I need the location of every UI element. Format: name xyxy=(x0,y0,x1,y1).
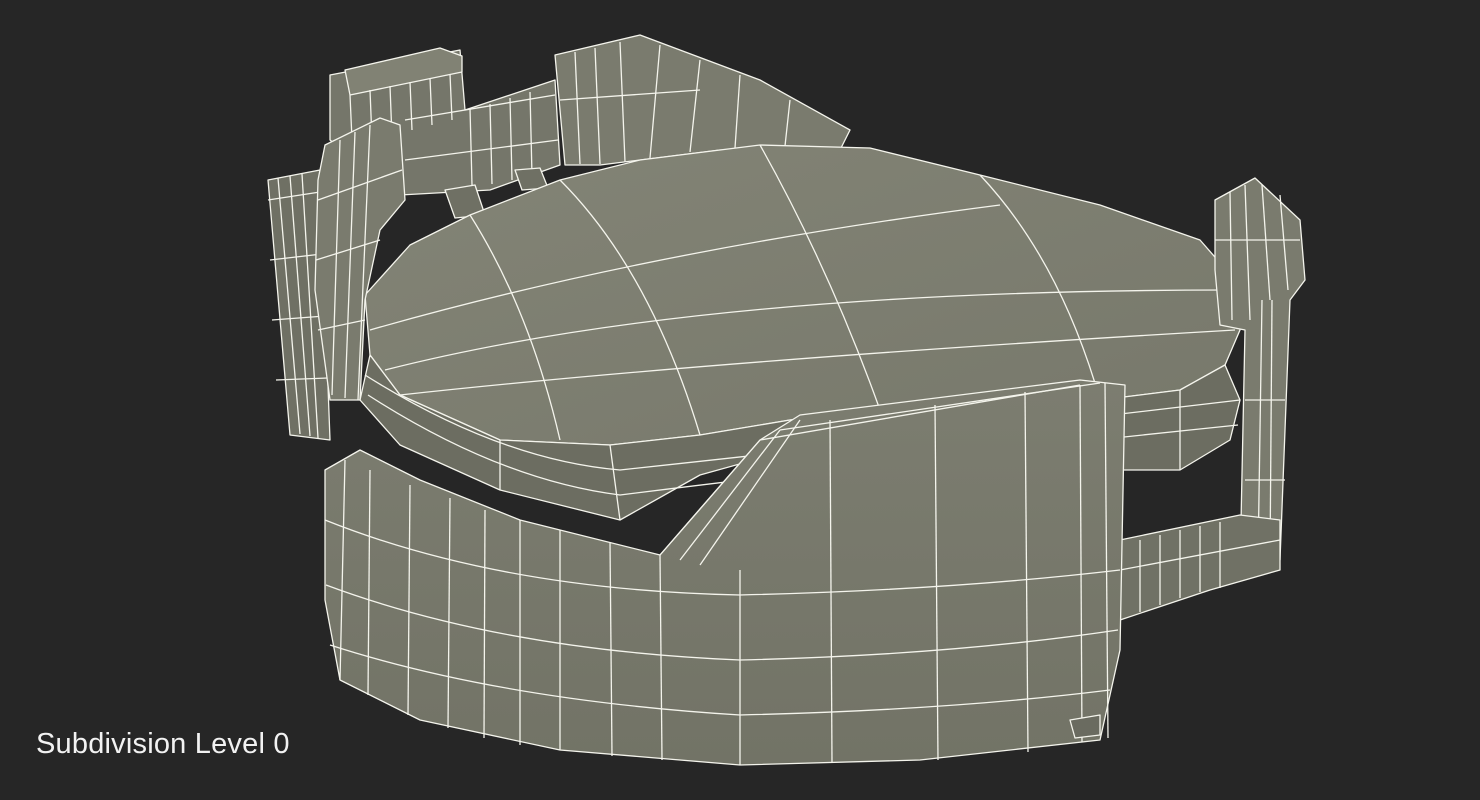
back-right-wall xyxy=(554,34,851,166)
battery-holder-wireframe-render xyxy=(267,34,1306,766)
right-ledge xyxy=(1119,514,1281,621)
subdivision-level-caption: Subdivision Level 0 xyxy=(36,728,290,760)
render-viewport: Subdivision Level 0 xyxy=(0,0,1480,800)
